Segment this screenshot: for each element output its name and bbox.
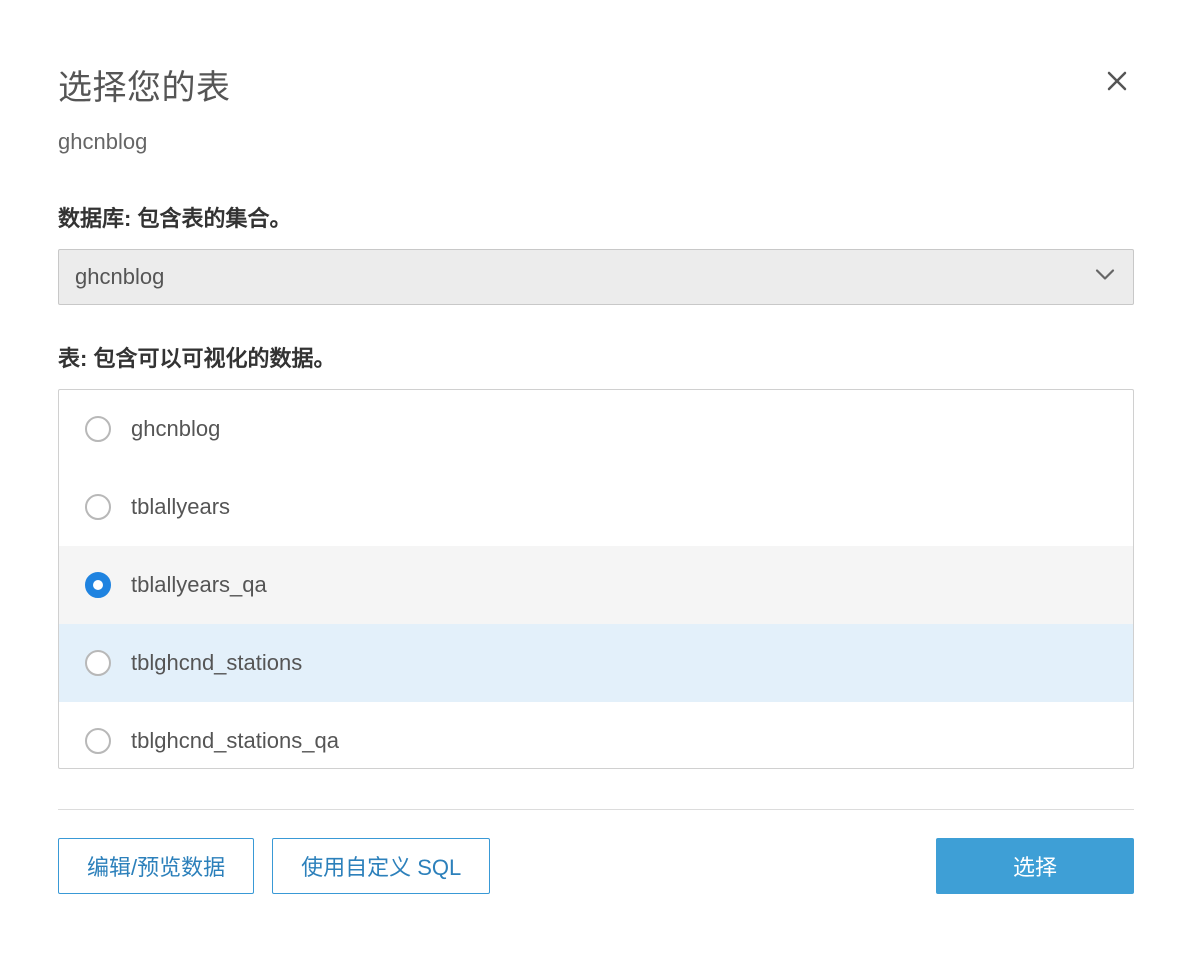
custom-sql-button[interactable]: 使用自定义 SQL: [272, 838, 490, 894]
table-name: tblallyears_qa: [131, 572, 267, 598]
button-label: 编辑/预览数据: [87, 850, 225, 882]
radio-icon[interactable]: [85, 650, 111, 676]
table-name: tblghcnd_stations_qa: [131, 728, 339, 754]
close-button[interactable]: [1100, 64, 1134, 98]
divider: [58, 809, 1134, 810]
dialog-title: 选择您的表: [58, 60, 231, 109]
database-select[interactable]: ghcnblog: [58, 249, 1134, 305]
dialog-subtitle: ghcnblog: [58, 129, 1134, 155]
button-label: 选择: [1013, 850, 1057, 882]
radio-icon[interactable]: [85, 572, 111, 598]
dialog-header: 选择您的表: [58, 60, 1134, 129]
table-name: tblallyears: [131, 494, 230, 520]
database-select-wrap: ghcnblog: [58, 249, 1134, 305]
select-button[interactable]: 选择: [936, 838, 1134, 894]
table-row[interactable]: tblghcnd_stations_qa: [59, 702, 1133, 769]
table-name: tblghcnd_stations: [131, 650, 302, 676]
table-row[interactable]: ghcnblog: [59, 390, 1133, 468]
select-table-dialog: 选择您的表 ghcnblog 数据库: 包含表的集合。 ghcnblog 表: …: [0, 0, 1192, 894]
tables-section-label: 表: 包含可以可视化的数据。: [58, 341, 1134, 373]
radio-icon[interactable]: [85, 416, 111, 442]
table-row[interactable]: tblallyears: [59, 468, 1133, 546]
dialog-footer: 编辑/预览数据 使用自定义 SQL 选择: [58, 838, 1134, 894]
radio-icon[interactable]: [85, 494, 111, 520]
edit-preview-button[interactable]: 编辑/预览数据: [58, 838, 254, 894]
database-select-value: ghcnblog: [75, 264, 164, 290]
table-name: ghcnblog: [131, 416, 220, 442]
table-row[interactable]: tblghcnd_stations: [59, 624, 1133, 702]
table-list: ghcnblog tblallyears tblallyears_qa tblg…: [58, 389, 1134, 769]
button-label: 使用自定义 SQL: [301, 850, 461, 882]
table-row[interactable]: tblallyears_qa: [59, 546, 1133, 624]
radio-icon[interactable]: [85, 728, 111, 754]
close-icon: [1106, 70, 1128, 92]
database-section-label: 数据库: 包含表的集合。: [58, 201, 1134, 233]
